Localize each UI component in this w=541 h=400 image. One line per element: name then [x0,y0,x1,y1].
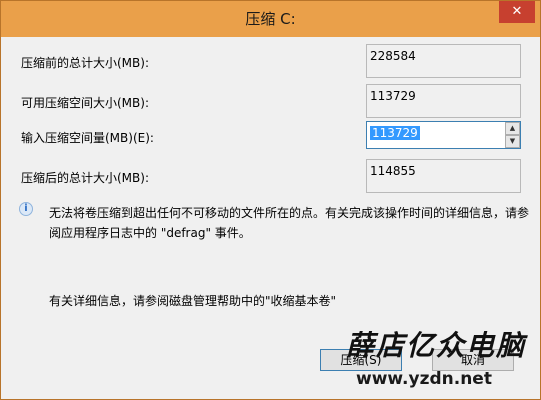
total-before-value: 228584 [366,44,521,78]
available-label: 可用压缩空间大小(MB): [21,96,149,110]
dialog-title: 压缩 C: [245,10,296,28]
input-label: 输入压缩空间量(MB)(E): [21,131,154,145]
shrink-dialog: 压缩 C: ✕ 压缩前的总计大小(MB): 228584 可用压缩空间大小(MB… [0,0,541,400]
available-value: 113729 [366,84,521,118]
info-icon: i [19,202,33,216]
watermark-url: www.yzdn.net [356,369,492,389]
help-text: 有关详细信息，请参阅磁盘管理帮助中的"收缩基本卷" [49,294,337,308]
shrink-amount-value[interactable]: 113729 [370,126,420,140]
spin-up-button[interactable]: ▲ [505,122,520,135]
total-before-label: 压缩前的总计大小(MB): [21,56,149,70]
watermark-name: 薛店亿众电脑 [346,329,527,362]
title-bar: 压缩 C: ✕ [1,1,540,37]
info-message: 无法将卷压缩到超出任何不可移动的文件所在的点。有关完成该操作时间的详细信息，请参… [49,206,530,240]
shrink-amount-input[interactable]: 113729 ▲ ▼ [366,121,521,149]
spin-down-button[interactable]: ▼ [505,135,520,148]
close-button[interactable]: ✕ [499,1,535,23]
total-after-value: 114855 [366,159,521,193]
total-after-label: 压缩后的总计大小(MB): [21,171,149,185]
